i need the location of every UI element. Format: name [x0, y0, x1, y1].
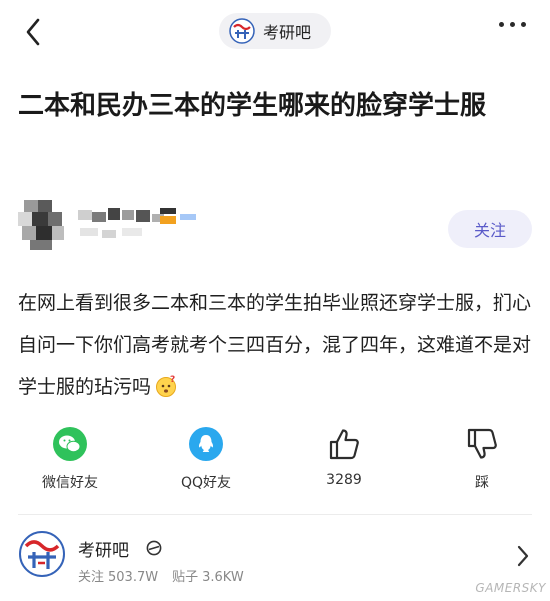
thumbs-up-icon [329, 429, 359, 460]
dislike-label: 踩 [475, 475, 489, 491]
svg-text:?: ? [170, 375, 175, 385]
follow-button[interactable]: 关注 [448, 210, 532, 248]
dislike-button[interactable]: 踩 [422, 426, 542, 492]
post-title: 二本和民办三本的学生哪来的脸穿学士服 [18, 91, 487, 121]
thumbs-down-icon [467, 428, 497, 459]
chevron-right-icon [517, 545, 529, 567]
post-content: 在网上看到很多二本和三本的学生拍毕业照还穿学士服，扪心自问一下你们高考就考个三四… [18, 282, 540, 408]
post-content-text: 在网上看到很多二本和三本的学生拍毕业照还穿学士服，扪心自问一下你们高考就考个三四… [18, 292, 532, 398]
qq-icon [189, 427, 223, 461]
chevron-left-icon [26, 18, 40, 46]
author-name-blurred [78, 208, 196, 238]
follow-count-label: 关注 [78, 570, 105, 585]
share-wechat-label: 微信好友 [42, 475, 98, 491]
posts-count: 3.6KW [202, 570, 244, 585]
author-row: 关注 [18, 198, 532, 254]
share-qq-label: QQ好友 [180, 475, 232, 491]
forum-name: 考研吧 [263, 23, 312, 42]
forum-pill[interactable]: 考研吧 [219, 13, 331, 49]
wechat-icon [53, 427, 87, 461]
author-avatar[interactable] [18, 198, 66, 250]
like-count: 3289 [326, 472, 362, 488]
forum-logo-icon [229, 18, 255, 44]
thinking-emoji-icon: ? [156, 375, 177, 397]
like-button[interactable]: 3289 [284, 426, 404, 488]
watermark: GAMERSKY [475, 581, 546, 595]
forum-card-stats: 关注 503.7W 贴子 3.6KW [78, 566, 248, 585]
verified-badge-icon [146, 540, 162, 556]
follow-count: 503.7W [108, 570, 159, 585]
divider [18, 514, 532, 515]
top-bar: 考研吧 [0, 0, 550, 64]
dot-icon [510, 22, 515, 27]
dot-icon [521, 22, 526, 27]
posts-count-label: 贴子 [172, 570, 199, 585]
forum-card-name: 考研吧 [78, 541, 129, 561]
back-button[interactable] [18, 14, 48, 50]
forum-logo-icon [19, 531, 65, 577]
dot-icon [499, 22, 504, 27]
share-qq-button[interactable]: QQ好友 [146, 426, 266, 492]
forum-card[interactable]: 考研吧 关注 503.7W 贴子 3.6KW [0, 522, 550, 594]
more-options-button[interactable] [499, 22, 526, 27]
action-bar: 微信好友 QQ好友 3289 踩 [0, 426, 550, 500]
share-wechat-button[interactable]: 微信好友 [10, 426, 130, 492]
